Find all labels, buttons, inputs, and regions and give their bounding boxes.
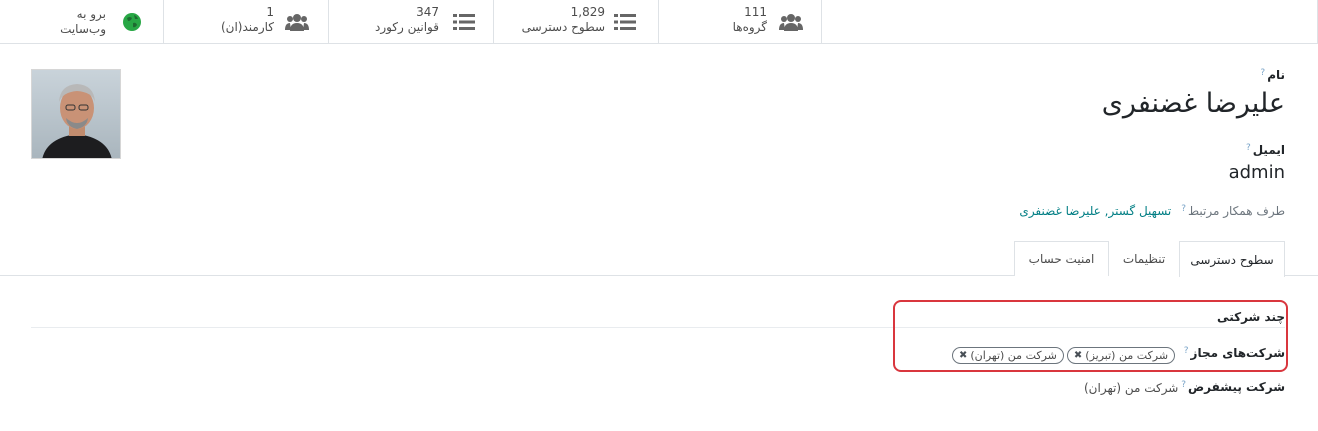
- user-photo: [32, 70, 120, 158]
- default-company-label-text: شرکت پیشفرض: [1188, 380, 1285, 394]
- go-to-website-button[interactable]: برو به وب‌سایت: [0, 0, 163, 44]
- help-icon[interactable]: ?: [1181, 380, 1186, 390]
- employees-count: 1: [266, 5, 274, 19]
- help-icon[interactable]: ?: [1246, 143, 1251, 153]
- annotation-highlight-box: [893, 300, 1288, 372]
- email-label-text: ایمیل: [1252, 143, 1285, 157]
- smart-buttons-bar: برو به وب‌سایت 1 کارمند(ان) 347 قوانی: [0, 0, 1318, 44]
- employees-label: کارمند(ان): [220, 20, 274, 34]
- access-rights-count: 1,829: [570, 5, 605, 19]
- name-field[interactable]: علیرضا غضنفری: [1102, 88, 1285, 119]
- users-icon: [285, 11, 309, 33]
- related-partner-row: طرف همکار مرتبط? تسهیل گستر, علیرضا غضنف…: [1019, 204, 1285, 218]
- access-rights-button[interactable]: 1,829 سطوح دسترسی: [493, 0, 658, 44]
- list-icon: [452, 11, 476, 33]
- groups-button[interactable]: 111 گروه‌ها: [658, 0, 822, 44]
- related-partner-label: طرف همکار مرتبط?: [1181, 204, 1285, 218]
- record-rules-button[interactable]: 347 قوانین رکورد: [328, 0, 493, 44]
- website-line2: وب‌سایت: [60, 22, 106, 36]
- tab-account-security[interactable]: امنیت حساب: [1014, 241, 1109, 276]
- tab-access-rights[interactable]: سطوح دسترسی: [1179, 241, 1285, 277]
- name-label: نام?: [1260, 68, 1285, 82]
- email-label: ایمیل?: [1246, 143, 1285, 157]
- related-partner-link[interactable]: تسهیل گستر, علیرضا غضنفری: [1019, 204, 1171, 218]
- list-icon: [613, 11, 637, 33]
- notebook-tabs: سطوح دسترسی تنظیمات امنیت حساب: [0, 241, 1318, 277]
- related-partner-label-text: طرف همکار مرتبط: [1188, 204, 1285, 218]
- record-rules-count: 347: [416, 5, 439, 19]
- globe-icon: [120, 11, 144, 33]
- email-field[interactable]: admin: [1229, 162, 1285, 183]
- groups-count: 111: [744, 5, 767, 19]
- name-label-text: نام: [1267, 68, 1285, 82]
- record-rules-label: قوانین رکورد: [374, 20, 439, 34]
- tab-preferences[interactable]: تنظیمات: [1109, 241, 1179, 276]
- groups-label: گروه‌ها: [732, 20, 767, 34]
- default-company-field[interactable]: شرکت من (تهران): [1084, 381, 1178, 395]
- employees-button[interactable]: 1 کارمند(ان): [163, 0, 328, 44]
- help-icon[interactable]: ?: [1181, 204, 1186, 214]
- user-avatar[interactable]: [31, 69, 121, 159]
- access-rights-label: سطوح دسترسی: [521, 20, 605, 34]
- help-icon[interactable]: ?: [1260, 68, 1265, 78]
- default-company-label: شرکت پیشفرض?: [1181, 380, 1285, 394]
- users-icon: [779, 11, 803, 33]
- website-line1: برو به: [76, 7, 106, 21]
